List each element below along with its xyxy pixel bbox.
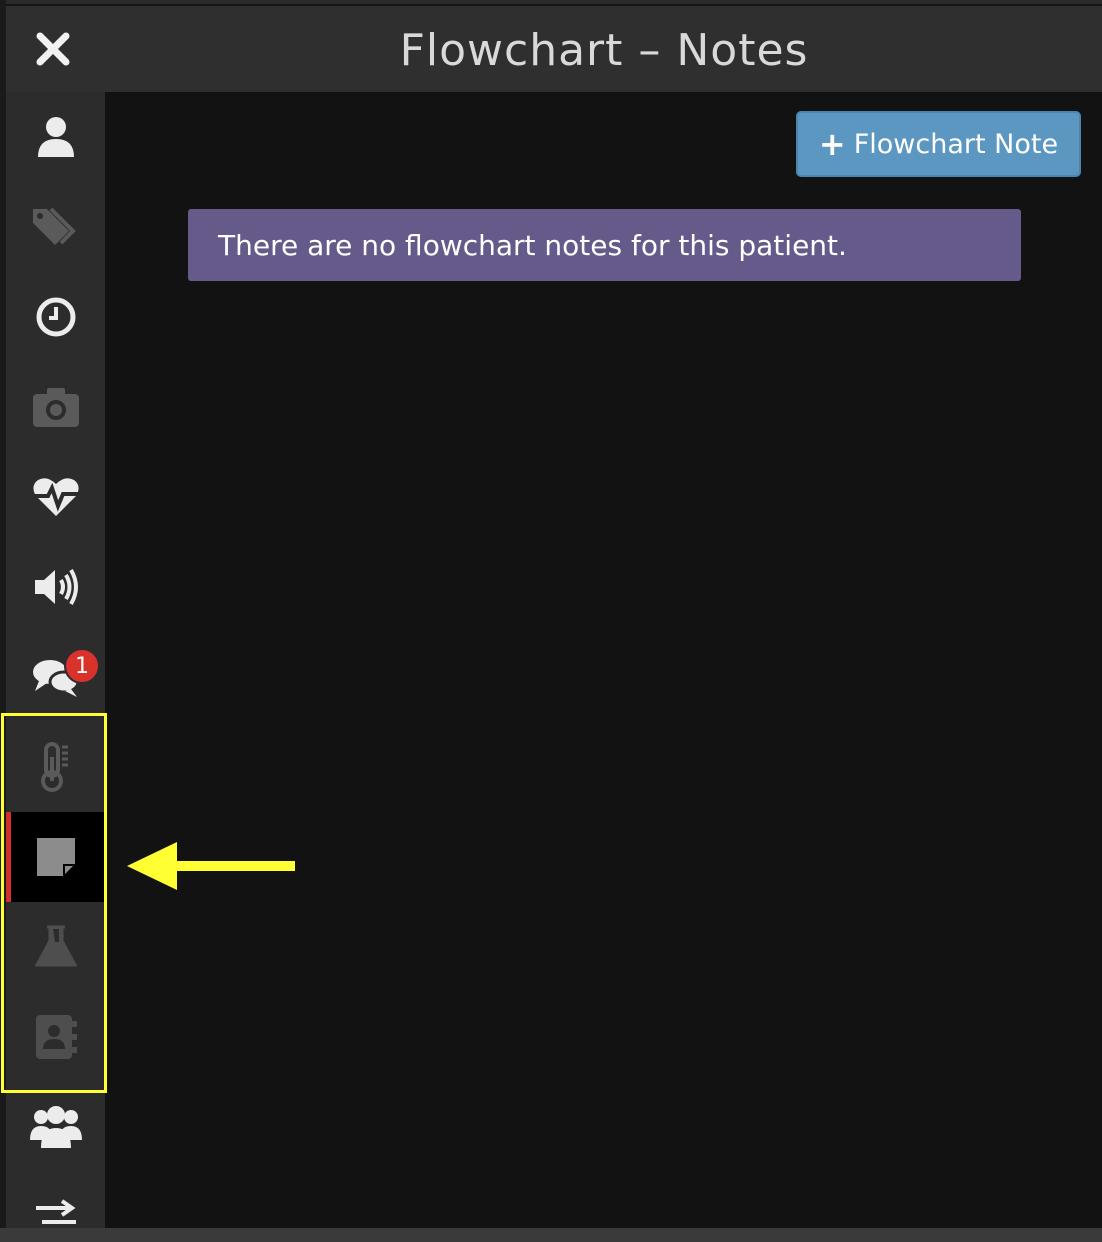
heartbeat-icon xyxy=(32,478,79,516)
sidebar-item-history[interactable] xyxy=(6,272,105,362)
active-indicator xyxy=(6,812,11,902)
title-bar: Flowchart – Notes xyxy=(6,4,1102,94)
add-button-label: Flowchart Note xyxy=(853,128,1059,160)
sidebar-item-vitals[interactable] xyxy=(6,452,105,542)
page-title: Flowchart – Notes xyxy=(399,24,809,76)
sidebar: 1 xyxy=(6,92,105,1228)
annotation-arrow xyxy=(125,838,297,894)
user-icon xyxy=(37,117,74,157)
sidebar-item-flowchart[interactable] xyxy=(6,722,105,812)
plus-icon: + xyxy=(818,125,846,163)
sidebar-item-contacts[interactable] xyxy=(6,992,105,1082)
exchange-icon xyxy=(35,1199,76,1224)
sidebar-item-audio[interactable] xyxy=(6,542,105,632)
tags-icon xyxy=(32,207,76,245)
address-book-icon xyxy=(35,1015,77,1059)
message-count-badge: 1 xyxy=(64,648,100,684)
sidebar-item-messages[interactable]: 1 xyxy=(6,632,105,722)
empty-state-message: There are no flowchart notes for this pa… xyxy=(188,209,1021,281)
main-content: + Flowchart Note There are no flowchart … xyxy=(105,92,1102,1228)
volume-icon xyxy=(34,568,78,606)
sidebar-item-notes[interactable] xyxy=(6,812,105,902)
sidebar-item-group[interactable] xyxy=(6,1082,105,1172)
close-button[interactable] xyxy=(24,20,82,78)
users-icon xyxy=(29,1106,82,1148)
flask-icon xyxy=(34,925,77,967)
camera-icon xyxy=(32,388,79,427)
sidebar-item-labs[interactable] xyxy=(6,902,105,992)
sidebar-item-photos[interactable] xyxy=(6,362,105,452)
close-icon xyxy=(36,32,70,66)
add-flowchart-note-button[interactable]: + Flowchart Note xyxy=(796,111,1081,177)
sidebar-item-transfer[interactable] xyxy=(6,1172,105,1228)
bottom-scrollbar[interactable] xyxy=(0,1228,1102,1242)
sidebar-item-tags[interactable] xyxy=(6,182,105,272)
sticky-note-icon xyxy=(36,838,75,876)
clock-icon xyxy=(36,297,75,337)
sidebar-item-patient[interactable] xyxy=(6,92,105,182)
thermometer-icon xyxy=(40,742,68,792)
